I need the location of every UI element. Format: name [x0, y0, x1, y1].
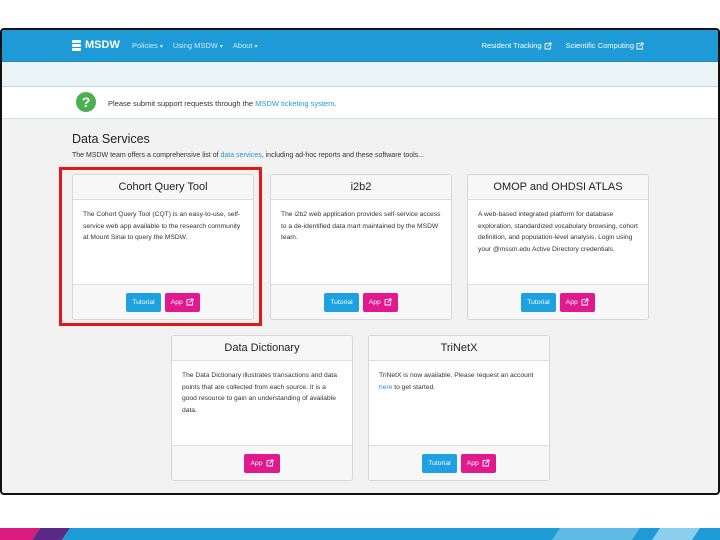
top-navbar: MSDW Policies ▾ Using MSDW ▾ About ▾ Reside… [2, 30, 718, 62]
card-footer: App [172, 445, 352, 480]
section-description: The MSDW team offers a comprehensive lis… [72, 152, 424, 159]
external-link-icon [384, 298, 392, 306]
body-text-end: to get started. [392, 383, 436, 391]
caret-down-icon: ▾ [254, 44, 258, 50]
brand-label: MSDW [85, 39, 120, 51]
sub-header-bar [2, 63, 718, 87]
button-label: App [368, 298, 381, 306]
external-link-icon [482, 459, 490, 467]
scientific-computing-link[interactable]: Scientific Computing [566, 41, 644, 50]
card-title: Data Dictionary [172, 336, 352, 361]
card-description: A web-based integrated platform for data… [478, 211, 638, 253]
button-label: Tutorial [428, 459, 451, 467]
card-footer: Tutorial App [369, 445, 549, 480]
card-data-dictionary: Data Dictionary The Data Dictionary illu… [171, 335, 353, 481]
nav-link-label: Resident Tracking [481, 41, 542, 50]
nav-right-links: Resident Tracking Scientific Computing [482, 41, 644, 50]
card-title: TriNetX [369, 336, 549, 361]
external-link-icon [266, 459, 273, 467]
support-alert: ? Please submit support requests through… [2, 87, 718, 119]
nav-item-about[interactable]: About ▾ [233, 41, 258, 50]
card-title: i2b2 [271, 175, 451, 200]
support-message: Please submit support requests through t… [108, 99, 336, 108]
database-icon [72, 39, 81, 51]
decorative-stripe [0, 528, 720, 540]
external-link-icon [636, 42, 644, 49]
card-footer: Tutorial App [468, 284, 648, 319]
nav-item-label: Policies [132, 41, 158, 50]
button-label: App [250, 459, 263, 467]
external-link-icon [544, 42, 552, 49]
card-description: TriNetX is now available. Please request… [369, 361, 549, 393]
nav-item-policies[interactable]: Policies ▾ [132, 41, 163, 50]
app-button[interactable]: App [244, 453, 280, 473]
button-label: App [466, 459, 479, 467]
card-footer: Tutorial App [271, 284, 451, 319]
button-label: Tutorial [527, 298, 550, 306]
card-title: OMOP and OHDSI ATLAS [468, 175, 648, 200]
nav-item-using-msdw[interactable]: Using MSDW ▾ [173, 41, 223, 50]
app-button[interactable]: App [559, 292, 595, 312]
question-icon: ? [76, 92, 96, 112]
app-button[interactable]: App [460, 453, 496, 473]
card-description: The i2b2 web application provides self-s… [281, 211, 441, 241]
caret-down-icon: ▾ [159, 44, 163, 50]
card-description: The Data Dictionary illustrates transact… [182, 372, 338, 414]
resident-tracking-link[interactable]: Resident Tracking [482, 41, 552, 50]
nav-item-label: About [232, 41, 253, 50]
request-account-link[interactable]: here [379, 384, 392, 391]
section-title: Data Services [72, 132, 150, 146]
card-i2b2: i2b2 The i2b2 web application provides s… [270, 174, 452, 320]
data-services-link[interactable]: data services [220, 152, 261, 159]
external-link-icon [581, 298, 589, 306]
card-omop-atlas: OMOP and OHDSI ATLAS A web-based integra… [467, 174, 649, 320]
button-label: App [565, 298, 578, 306]
tutorial-button[interactable]: Tutorial [521, 292, 556, 312]
ticketing-system-link[interactable]: MSDW ticketing system [255, 99, 334, 108]
brand-link[interactable]: MSDW [72, 39, 120, 51]
alert-text-end: . [334, 99, 337, 108]
nav-link-label: Scientific Computing [565, 41, 634, 50]
body-text: TriNetX is now available. Please request… [379, 372, 534, 379]
highlight-box [59, 167, 262, 326]
button-label: Tutorial [330, 298, 353, 306]
tutorial-button[interactable]: Tutorial [422, 453, 457, 473]
nav-item-label: Using MSDW [172, 41, 218, 50]
desc-text: The MSDW team offers a comprehensive lis… [72, 152, 221, 159]
app-button[interactable]: App [362, 292, 398, 312]
card-trinetx: TriNetX TriNetX is now available. Please… [368, 335, 550, 481]
caret-down-icon: ▾ [219, 44, 223, 50]
alert-text: Please submit support requests through t… [108, 99, 256, 108]
desc-text-end: , including ad-hoc reports and these sof… [261, 152, 424, 159]
tutorial-button[interactable]: Tutorial [324, 292, 359, 312]
nav-menu: Policies ▾ Using MSDW ▾ About ▾ [132, 41, 258, 50]
